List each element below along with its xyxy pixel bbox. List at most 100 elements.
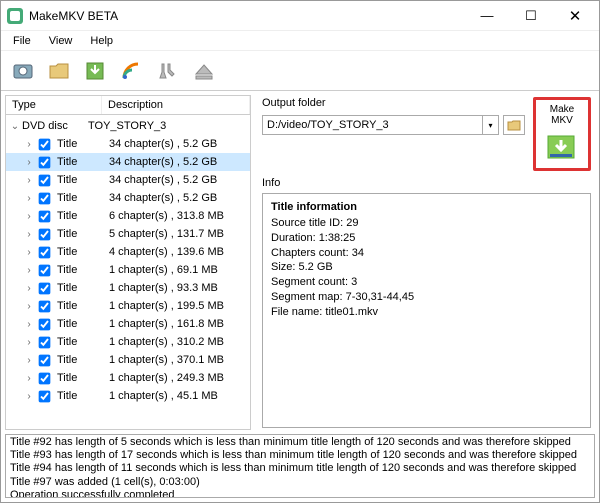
title-checkbox[interactable] [39, 156, 51, 168]
tree-item-label: Title [55, 264, 109, 276]
tree-body[interactable]: ⌄DVD discTOY_STORY_3›Title34 chapter(s) … [5, 115, 251, 430]
tree-header-desc[interactable]: Description [102, 96, 250, 114]
tree-item[interactable]: ›Title34 chapter(s) , 5.2 GB [6, 189, 250, 207]
browse-folder-button[interactable] [503, 115, 525, 135]
tree-header-type[interactable]: Type [6, 96, 102, 114]
tree-item-label: Title [55, 336, 109, 348]
tree-item-desc: 34 chapter(s) , 5.2 GB [109, 174, 250, 186]
expand-icon[interactable]: › [24, 175, 34, 186]
expand-icon[interactable]: › [24, 337, 34, 348]
title-checkbox[interactable] [39, 372, 51, 384]
tree-root[interactable]: ⌄DVD discTOY_STORY_3 [6, 117, 250, 135]
info-heading: Title information [271, 200, 582, 215]
expand-icon[interactable]: › [24, 355, 34, 366]
tree-item[interactable]: › Title34 chapter(s) , 5.2 GB [6, 135, 250, 153]
tree-item-label: Title [55, 138, 109, 150]
make-mkv-label: Make MKV [538, 104, 586, 126]
maximize-button[interactable]: ☐ [509, 2, 553, 30]
tree-item[interactable]: › Title1 chapter(s) , 199.5 MB [6, 297, 250, 315]
expand-icon[interactable]: › [24, 265, 34, 276]
tree-item-label: Title [55, 300, 109, 312]
tree-item[interactable]: › Title34 chapter(s) , 5.2 GB [6, 171, 250, 189]
expand-icon[interactable]: › [24, 157, 34, 168]
title-checkbox[interactable] [39, 246, 51, 258]
title-checkbox[interactable] [39, 192, 51, 204]
log-box[interactable]: Title #92 has length of 5 seconds which … [5, 434, 595, 498]
expand-icon[interactable]: › [24, 391, 34, 402]
title-checkbox[interactable] [39, 138, 51, 150]
expand-icon[interactable]: › [24, 247, 34, 258]
tree-item[interactable]: › Title1 chapter(s) , 93.3 MB [6, 279, 250, 297]
tree-item-desc: 1 chapter(s) , 249.3 MB [109, 372, 250, 384]
title-checkbox[interactable] [39, 210, 51, 222]
title-checkbox[interactable] [39, 300, 51, 312]
tree-item[interactable]: ›Title1 chapter(s) , 249.3 MB [6, 369, 250, 387]
tree-item-label: Title [55, 354, 109, 366]
expand-icon[interactable]: › [24, 211, 34, 222]
tree-item-label: Title [55, 174, 109, 186]
app-icon [7, 8, 23, 24]
menu-help[interactable]: Help [82, 33, 121, 49]
menu-bar: File View Help [1, 31, 599, 51]
expand-icon[interactable]: ⌄ [10, 121, 20, 132]
tree-item-desc: 34 chapter(s) , 5.2 GB [109, 138, 250, 150]
expand-icon[interactable]: › [24, 229, 34, 240]
tree-item[interactable]: ›Title34 chapter(s) , 5.2 GB [6, 153, 250, 171]
log-line: Title #97 was added (1 cell(s), 0:03:00) [10, 476, 590, 489]
tree-item[interactable]: ›Title1 chapter(s) , 69.1 MB [6, 261, 250, 279]
info-line: Duration: 1:38:25 [271, 231, 582, 246]
eject-button[interactable] [189, 56, 219, 86]
tree-item[interactable]: ›Title6 chapter(s) , 313.8 MB [6, 207, 250, 225]
stream-button[interactable] [117, 56, 147, 86]
make-mkv-button[interactable]: Make MKV [533, 97, 591, 171]
minimize-button[interactable]: — [465, 2, 509, 30]
save-button[interactable] [81, 56, 111, 86]
info-line: Source title ID: 29 [271, 216, 582, 231]
title-checkbox[interactable] [39, 264, 51, 276]
info-line: Chapters count: 34 [271, 246, 582, 261]
close-button[interactable]: ✕ [553, 2, 597, 30]
tree-item[interactable]: ›Title1 chapter(s) , 370.1 MB [6, 351, 250, 369]
tree-item-desc: 1 chapter(s) , 199.5 MB [109, 300, 250, 312]
tree-item[interactable]: ›Title4 chapter(s) , 139.6 MB [6, 243, 250, 261]
title-tree-panel: Type Description ⌄DVD discTOY_STORY_3›Ti… [1, 91, 256, 434]
menu-view[interactable]: View [41, 33, 81, 49]
title-checkbox[interactable] [39, 318, 51, 330]
title-checkbox[interactable] [39, 390, 51, 402]
title-checkbox[interactable] [39, 354, 51, 366]
make-mkv-icon [544, 130, 580, 164]
window-title: MakeMKV BETA [29, 9, 465, 23]
title-checkbox[interactable] [39, 228, 51, 240]
output-folder-input[interactable] [262, 115, 483, 135]
tree-item-desc: 1 chapter(s) , 161.8 MB [109, 318, 250, 330]
expand-icon[interactable]: › [24, 301, 34, 312]
expand-icon[interactable]: › [24, 283, 34, 294]
expand-icon[interactable]: › [24, 373, 34, 384]
tree-item[interactable]: › Title1 chapter(s) , 310.2 MB [6, 333, 250, 351]
title-checkbox[interactable] [39, 336, 51, 348]
output-row: Output folder ▾ Make MKV [262, 97, 591, 171]
tree-item[interactable]: ›Title1 chapter(s) , 161.8 MB [6, 315, 250, 333]
tree-item-label: Title [55, 228, 109, 240]
tree-item-desc: 1 chapter(s) , 310.2 MB [109, 336, 250, 348]
expand-icon[interactable]: › [24, 193, 34, 204]
output-dropdown-button[interactable]: ▾ [483, 115, 499, 135]
tree-item-desc: 6 chapter(s) , 313.8 MB [109, 210, 250, 222]
expand-icon[interactable]: › [24, 319, 34, 330]
menu-file[interactable]: File [5, 33, 39, 49]
open-file-button[interactable] [45, 56, 75, 86]
expand-icon[interactable]: › [24, 139, 34, 150]
tree-item-desc: 1 chapter(s) , 45.1 MB [109, 390, 250, 402]
tree-item-label: Title [55, 390, 109, 402]
settings-button[interactable] [153, 56, 183, 86]
tree-item[interactable]: › Title1 chapter(s) , 45.1 MB [6, 387, 250, 405]
title-checkbox[interactable] [39, 282, 51, 294]
tree-root-desc: TOY_STORY_3 [88, 120, 250, 132]
info-line: Segment count: 3 [271, 275, 582, 290]
main-area: Type Description ⌄DVD discTOY_STORY_3›Ti… [1, 91, 599, 434]
tree-item-desc: 1 chapter(s) , 93.3 MB [109, 282, 250, 294]
title-checkbox[interactable] [39, 174, 51, 186]
tree-item-label: Title [55, 282, 109, 294]
open-disc-button[interactable] [9, 56, 39, 86]
tree-item[interactable]: ›Title5 chapter(s) , 131.7 MB [6, 225, 250, 243]
